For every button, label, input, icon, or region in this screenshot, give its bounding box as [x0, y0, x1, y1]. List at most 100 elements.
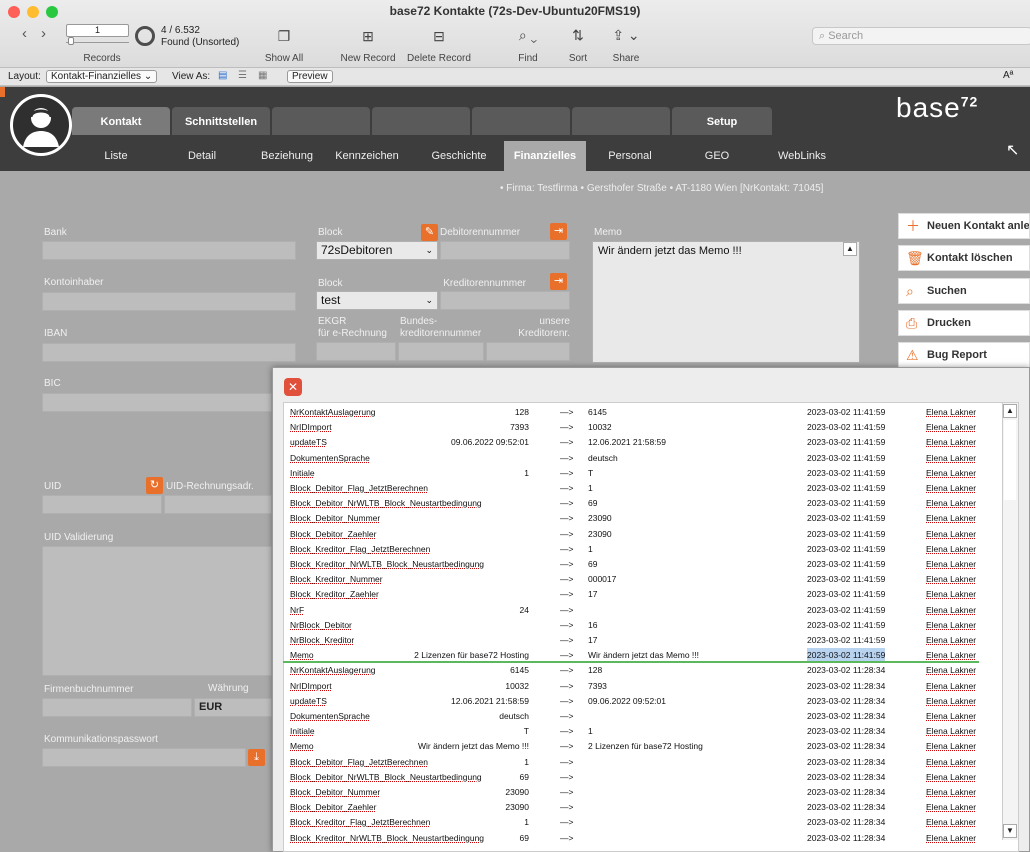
log-row: Block_Kreditor_NrWLTB_Block_Neustartbedi… — [284, 557, 1004, 572]
new-contact-button[interactable]: ＋Neuen Kontakt anlegen — [898, 213, 1030, 239]
subtab-beziehung[interactable]: Beziehung — [254, 141, 320, 171]
log-user: Elena Lakner — [926, 771, 977, 782]
previous-record-icon[interactable]: ‹ — [22, 25, 27, 42]
subtab-liste[interactable]: Liste — [86, 141, 146, 171]
subtab-personal[interactable]: Personal — [600, 141, 660, 171]
login-icon-debitor[interactable]: ⇥ — [550, 223, 567, 240]
bundeskreditorennummer-label: Bundes-kreditorennummer — [400, 316, 482, 339]
scroll-up-icon[interactable]: ▲ — [1003, 404, 1017, 418]
log-old-value: deutsch — [499, 711, 529, 721]
kreditorennummer-field[interactable] — [440, 291, 570, 310]
find-icon[interactable]: ⌕ ⌄ — [508, 27, 548, 44]
close-popup-icon[interactable]: ✕ — [284, 378, 302, 396]
log-old-value: 10032 — [505, 680, 529, 691]
preview-button[interactable]: Preview — [287, 70, 333, 83]
log-new-value: 16 — [588, 619, 598, 630]
edit-icon[interactable]: ✎ — [421, 224, 438, 241]
bank-field[interactable] — [42, 241, 296, 260]
subtab-weblinks[interactable]: WebLinks — [770, 141, 834, 171]
log-user: Elena Lakner — [926, 559, 977, 569]
delete-record-button[interactable]: Delete Record — [402, 53, 476, 64]
memo-scroll-up-icon[interactable]: ▲ — [843, 242, 857, 256]
bic-field[interactable] — [42, 393, 272, 412]
show-all-icon[interactable]: ❐ — [264, 28, 304, 45]
subtab-geschichte[interactable]: Geschichte — [424, 141, 494, 171]
subtab-kennzeichen[interactable]: Kennzeichen — [324, 141, 410, 171]
new-record-button[interactable]: New Record — [336, 53, 400, 64]
iban-field[interactable] — [42, 343, 296, 362]
kontoinhaber-field[interactable] — [42, 292, 296, 311]
share-icon[interactable]: ⇪ ⌄ — [606, 27, 646, 44]
refresh-icon[interactable]: ↻ — [146, 477, 163, 494]
log-row: Block_Debitor_Nummer 23090 —> 2023-03-02 11… — [284, 785, 1004, 800]
uid-rechnungsadr-field[interactable] — [164, 495, 272, 514]
log-new-value: 69 — [588, 498, 598, 509]
tab-empty-2[interactable] — [372, 107, 470, 135]
tab-schnittstellen[interactable]: Schnittstellen — [172, 107, 270, 135]
tab-empty-4[interactable] — [572, 107, 670, 135]
delete-record-icon[interactable]: ⊟ — [419, 28, 459, 45]
log-arrow: —> — [560, 528, 574, 539]
tab-empty-1[interactable] — [272, 107, 370, 135]
firmenbuchnummer-field[interactable] — [42, 698, 192, 717]
sort-icon[interactable]: ⇅ — [560, 27, 596, 44]
block1-select[interactable]: 72sDebitoren ⌄ — [316, 241, 438, 260]
debitorennummer-field[interactable] — [440, 241, 570, 260]
record-slider[interactable] — [66, 37, 129, 45]
ekgr-field[interactable] — [316, 342, 396, 361]
log-timestamp: 2023-03-02 11:28:34 — [807, 711, 886, 721]
login-icon-kreditor[interactable]: ⇥ — [550, 273, 567, 290]
log-row: Block_Debitor_Flag_JetztBerechnen —> 1 2023… — [284, 481, 1004, 496]
log-timestamp: 2023-03-02 11:28:34 — [807, 771, 886, 782]
layout-select[interactable]: Kontakt-Finanzielles ⌄ — [46, 70, 158, 83]
log-timestamp: 2023-03-02 11:28:34 — [807, 802, 886, 813]
change-log-list[interactable]: NrKontaktAuslagerung 128 —> 6145 2023-03-02 … — [283, 402, 1019, 852]
scroll-down-icon[interactable]: ▼ — [1003, 824, 1017, 838]
font-size-icon[interactable]: Aª — [1003, 70, 1013, 81]
kommunikationspasswort-field[interactable] — [42, 748, 246, 767]
memo-field[interactable]: Wir ändern jetzt das Memo !!! — [592, 241, 860, 363]
log-timestamp: 2023-03-02 11:41:59 — [807, 407, 886, 417]
log-arrow: —> — [560, 498, 574, 509]
delete-contact-button[interactable]: 🗑 Kontakt löschen — [898, 245, 1030, 271]
list-view-icon[interactable]: ☰ — [238, 70, 247, 81]
tab-setup[interactable]: Setup — [672, 107, 772, 135]
uid-validierung-field[interactable] — [42, 546, 272, 676]
table-view-icon[interactable]: ▦ — [258, 70, 267, 81]
bug-report-button[interactable]: ⚠ Bug Report — [898, 342, 1030, 368]
block2-select[interactable]: test ⌄ — [316, 291, 438, 310]
log-scroll-thumb[interactable] — [1004, 420, 1016, 500]
back-arrow-icon[interactable]: ↖ — [1006, 140, 1019, 160]
log-field-name: Block_Kreditor_Zaehler — [290, 589, 379, 600]
show-all-button[interactable]: Show All — [256, 53, 312, 64]
subtab-finanzielles[interactable]: Finanzielles — [504, 141, 586, 171]
current-record-input[interactable]: 1 — [66, 24, 129, 37]
next-record-icon[interactable]: › — [41, 25, 46, 42]
sort-button[interactable]: Sort — [560, 53, 596, 64]
log-arrow: —> — [560, 437, 574, 448]
log-user: Elena Lakner — [926, 695, 977, 706]
unsere-kreditorenr-field[interactable] — [486, 342, 570, 361]
search-input[interactable]: ⌕ Search — [812, 27, 1030, 45]
uid-field[interactable] — [42, 495, 162, 514]
records-label: Records — [83, 53, 121, 64]
subtab-geo[interactable]: GEO — [690, 141, 744, 171]
bundeskreditorennummer-field[interactable] — [398, 342, 484, 361]
waehrung-field[interactable]: EUR — [194, 698, 272, 717]
log-row: Initiale T —> 1 2023-03-02 11:28:34 Elena Lak… — [284, 724, 1004, 739]
log-field-name: NrBlock_Debitor — [290, 619, 352, 630]
find-button[interactable]: Find — [510, 53, 546, 64]
tab-kontakt[interactable]: Kontakt — [72, 107, 170, 135]
share-button[interactable]: Share — [608, 53, 644, 64]
log-arrow: —> — [560, 604, 574, 615]
new-record-icon[interactable]: ⊞ — [348, 28, 388, 45]
log-row: NrIDImport 7393 —> 10032 2023-03-02 11:41:59… — [284, 420, 1004, 435]
subtab-detail[interactable]: Detail — [172, 141, 232, 171]
download-icon[interactable]: ⤓ — [248, 749, 265, 766]
form-view-icon[interactable]: ▤ — [218, 70, 227, 81]
search-contact-button[interactable]: ⌕ Suchen — [898, 278, 1030, 304]
log-field-name: NrIDImport — [290, 680, 332, 691]
tab-empty-3[interactable] — [472, 107, 570, 135]
log-arrow: —> — [560, 711, 574, 721]
print-button[interactable]: ⎙ Drucken — [898, 310, 1030, 336]
